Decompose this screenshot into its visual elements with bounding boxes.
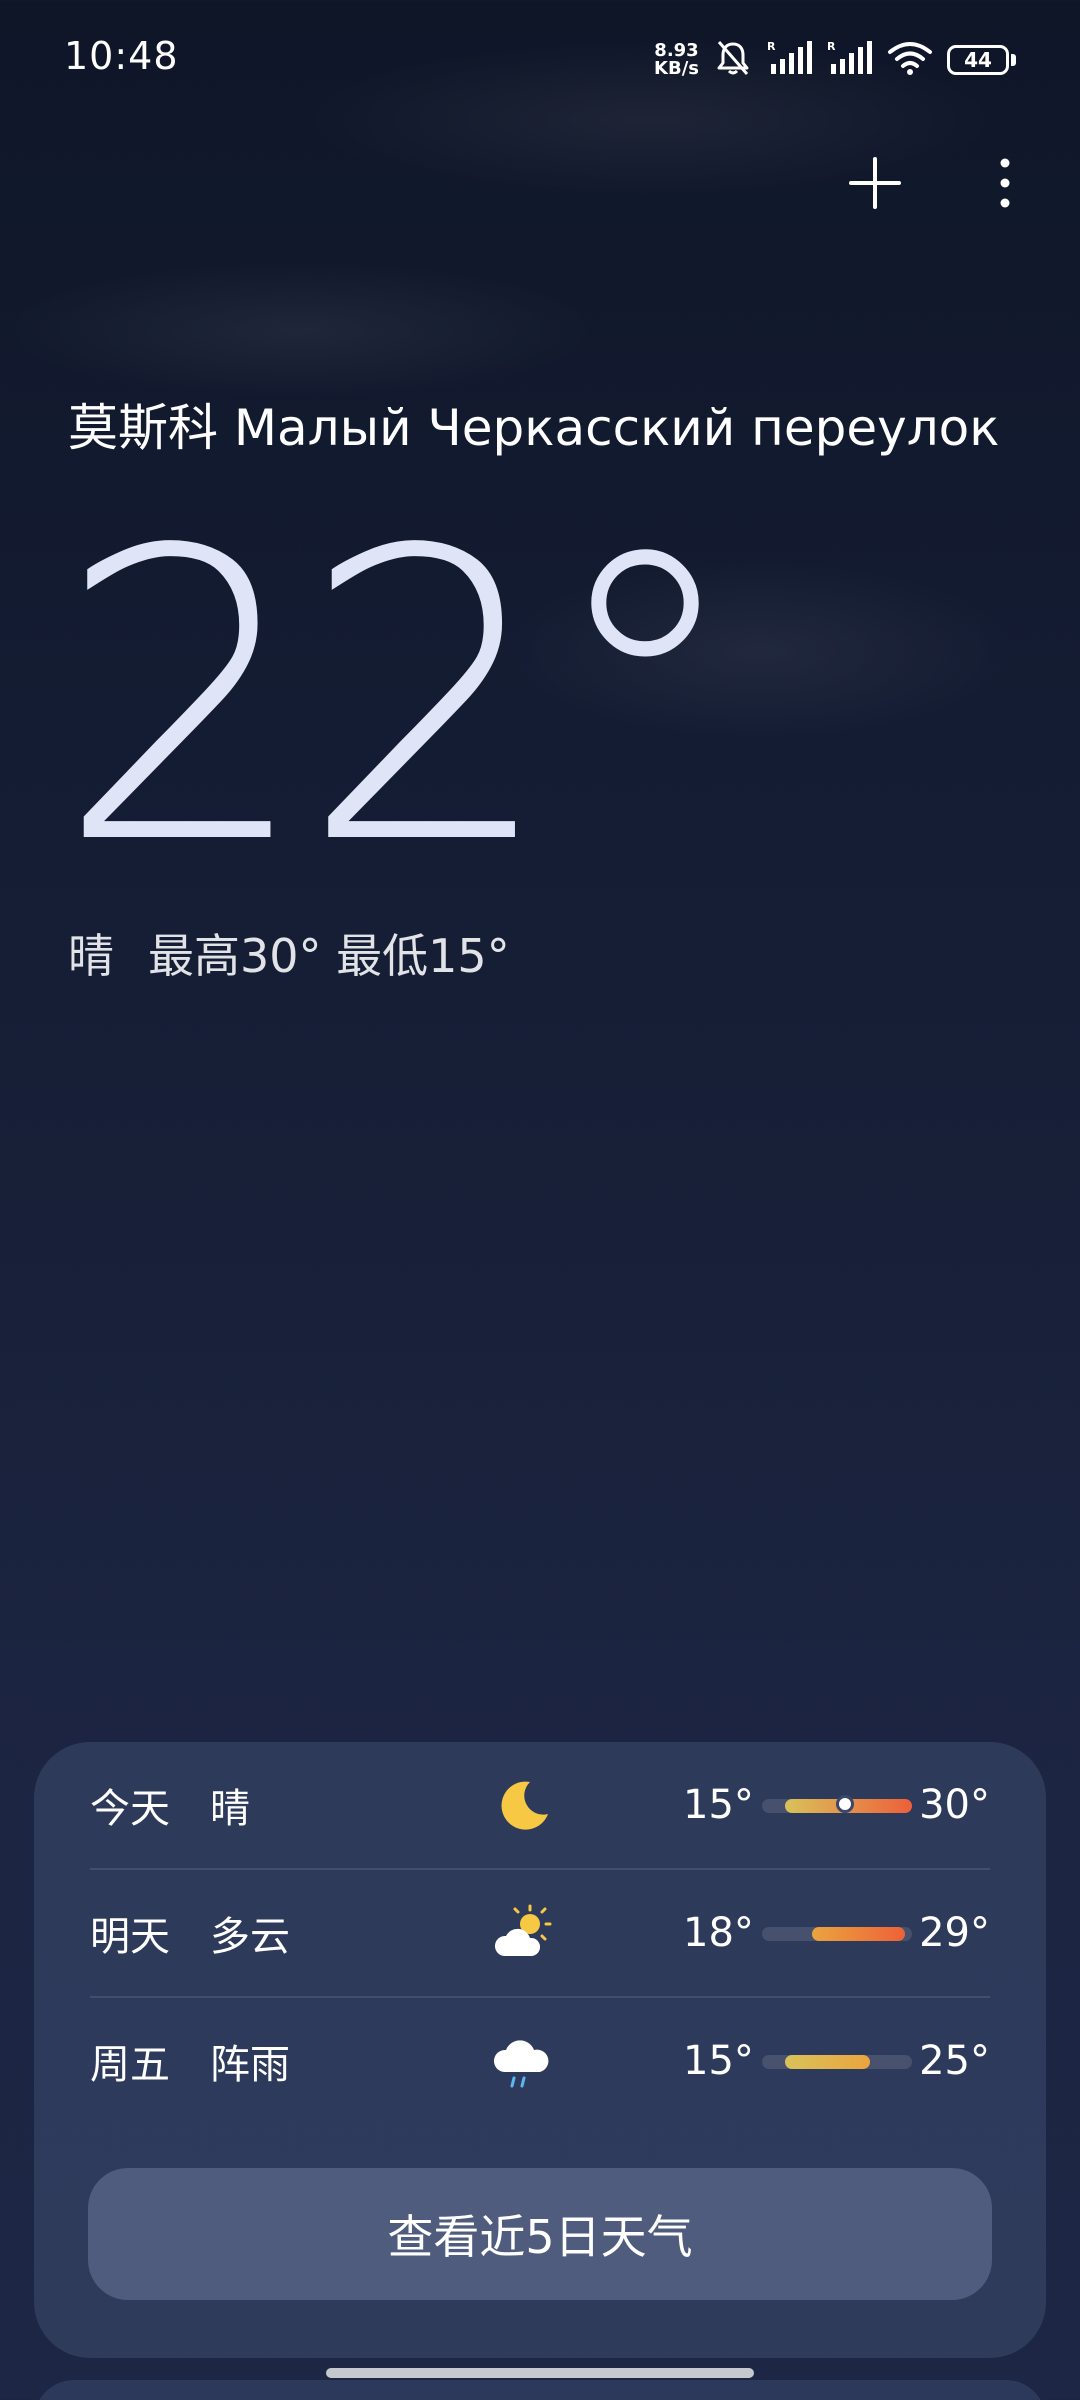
- mute-bell-icon: [713, 38, 753, 82]
- forecast-card: 今天 晴 15° 30° 明天 多云 18° 29° 周五 阵雨 15° 25°…: [34, 1742, 1046, 2358]
- forecast-row-today[interactable]: 今天 晴 15° 30°: [90, 1742, 990, 1870]
- forecast-low: 15°: [683, 1782, 754, 1828]
- forecast-high: 29°: [919, 1910, 990, 1956]
- weather-summary: 晴 最高30° 最低15°: [68, 920, 510, 986]
- forecast-day: 今天: [90, 1786, 170, 1832]
- temperature-range-fill: [811, 1927, 905, 1941]
- location-name: 莫斯科 Малый Черкасский переулок: [68, 399, 1000, 457]
- high-low-temperature: 最高30° 最低15°: [148, 929, 510, 983]
- current-condition: 晴: [68, 929, 114, 983]
- partly-cloudy-icon: [490, 1902, 554, 1966]
- battery-level: 44: [947, 45, 1009, 75]
- add-city-button[interactable]: [840, 148, 910, 218]
- temperature-range-fill: [784, 2055, 870, 2069]
- moon-icon: [490, 1774, 554, 1838]
- battery-tip: [1011, 54, 1016, 66]
- signal-icon: R: [767, 40, 813, 80]
- forecast-condition: 晴: [210, 1786, 250, 1832]
- more-menu-button[interactable]: [970, 148, 1040, 218]
- status-bar: 10:48 8.93 KB/s R R 44: [0, 0, 1080, 120]
- top-actions: [840, 148, 1040, 218]
- rain-cloud-icon: [490, 2030, 554, 2094]
- svg-text:R: R: [767, 40, 776, 53]
- forecast-condition: 多云: [210, 1914, 290, 1960]
- forecast-row-friday[interactable]: 周五 阵雨 15° 25°: [90, 1998, 990, 2124]
- five-day-forecast-button[interactable]: 查看近5日天气: [88, 2168, 992, 2300]
- forecast-row-tomorrow[interactable]: 明天 多云 18° 29°: [90, 1870, 990, 1998]
- current-temperature-marker: [835, 1795, 854, 1813]
- forecast-day: 周五: [90, 2042, 170, 2088]
- cloud-wisp: [0, 260, 600, 400]
- temperature-range-bar: [762, 2055, 912, 2069]
- status-time: 10:48: [64, 34, 179, 78]
- forecast-condition: 阵雨: [210, 2042, 290, 2088]
- network-speed-unit: KB/s: [654, 58, 699, 79]
- next-card-peek: [34, 2380, 1046, 2400]
- plus-icon: [849, 157, 901, 209]
- forecast-high: 30°: [919, 1782, 990, 1828]
- temperature-range-bar: [762, 1795, 912, 1813]
- home-indicator[interactable]: [326, 2368, 754, 2378]
- svg-text:R: R: [827, 40, 836, 53]
- temperature-range-bar: [762, 1927, 912, 1941]
- forecast-low: 18°: [683, 1910, 754, 1956]
- wifi-icon: [887, 40, 933, 80]
- forecast-low: 15°: [683, 2038, 754, 2084]
- current-temperature: 22°: [56, 467, 745, 932]
- more-vert-icon: [1000, 158, 1010, 208]
- signal-icon: R: [827, 40, 873, 80]
- battery-icon: 44: [947, 45, 1016, 75]
- forecast-day: 明天: [90, 1914, 170, 1960]
- network-speed: 8.93 KB/s: [654, 42, 699, 78]
- status-icons: 8.93 KB/s R R 44: [654, 36, 1016, 84]
- forecast-high: 25°: [919, 2038, 990, 2084]
